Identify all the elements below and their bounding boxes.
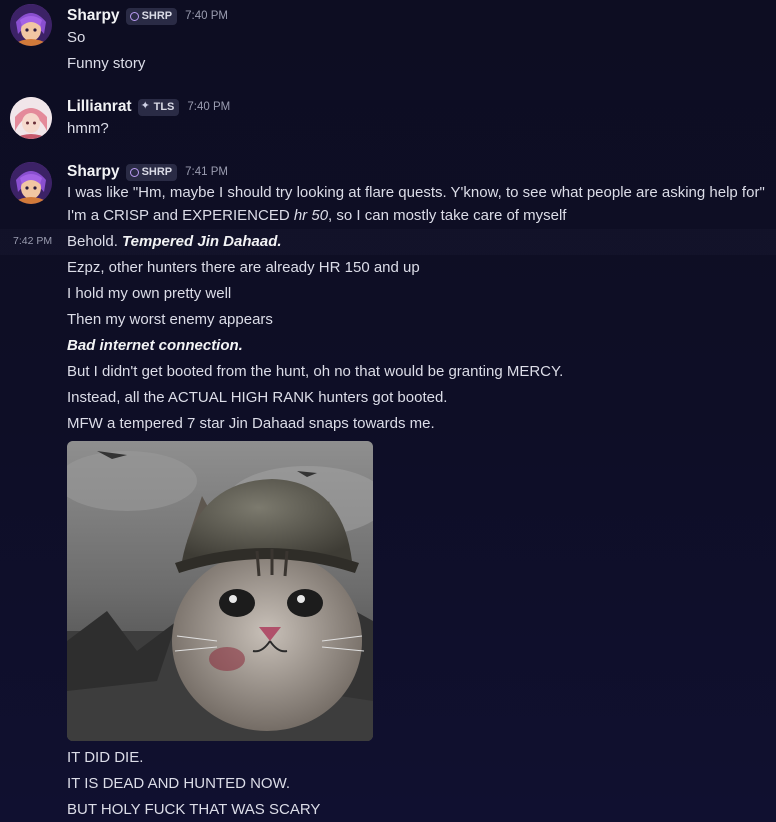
message-text: Instead, all the ACTUAL HIGH RANK hunter… <box>67 389 448 406</box>
timestamp[interactable]: 7:41 PM <box>185 166 228 178</box>
username[interactable]: Lillianrat <box>67 98 132 116</box>
guild-tag[interactable]: SHRP <box>125 163 178 181</box>
timestamp[interactable]: 7:40 PM <box>187 101 230 113</box>
message-text: Behold. Tempered Jin Dahaad. <box>67 233 282 250</box>
username[interactable]: Sharpy <box>67 7 120 25</box>
avatar[interactable] <box>10 162 52 204</box>
guild-tag-label: TLS <box>153 101 175 113</box>
message-text: IT DID DIE. <box>67 749 144 766</box>
message-text: MFW a tempered 7 star Jin Dahaad snaps t… <box>67 415 435 432</box>
guild-tag[interactable]: SHRP <box>125 7 178 25</box>
guild-tag-label: SHRP <box>141 10 173 22</box>
cat-soldier-image <box>67 441 373 741</box>
guild-tag-label: SHRP <box>141 166 173 178</box>
message-header: Lillianrat TLS 7:40 PM <box>67 97 230 117</box>
image-attachment[interactable] <box>67 441 373 741</box>
message-text: I'm a CRISP and EXPERIENCED hr 50, so I … <box>67 207 567 224</box>
message-header: Sharpy SHRP 7:40 PM <box>67 6 228 26</box>
sparkle-icon <box>141 99 151 112</box>
message-text: I hold my own pretty well <box>67 285 232 302</box>
message-text: Bad internet connection. <box>67 337 243 354</box>
chat-view: Sharpy SHRP 7:40 PM So Funny story Lilli… <box>0 0 776 822</box>
message-text: IT IS DEAD AND HUNTED NOW. <box>67 775 291 792</box>
avatar[interactable] <box>10 97 52 139</box>
message-text: Then my worst enemy appears <box>67 311 273 328</box>
message-text: So <box>67 29 86 46</box>
message-header: Sharpy SHRP 7:41 PM <box>67 162 228 182</box>
guild-tag[interactable]: TLS <box>137 98 180 116</box>
guild-tag-icon <box>129 167 139 177</box>
message-text: hmm? <box>67 120 109 137</box>
message-text: I was like "Hm, maybe I should try looki… <box>67 184 765 201</box>
username[interactable]: Sharpy <box>67 163 120 181</box>
timestamp[interactable]: 7:40 PM <box>185 10 228 22</box>
avatar[interactable] <box>10 4 52 46</box>
message-text: BUT HOLY FUCK THAT WAS SCARY <box>67 801 321 818</box>
hover-timestamp: 7:42 PM <box>13 235 53 247</box>
message-text: But I didn't get booted from the hunt, o… <box>67 363 564 380</box>
message-text: Ezpz, other hunters there are already HR… <box>67 259 420 276</box>
guild-tag-icon <box>129 11 139 21</box>
message-text: Funny story <box>67 55 146 72</box>
